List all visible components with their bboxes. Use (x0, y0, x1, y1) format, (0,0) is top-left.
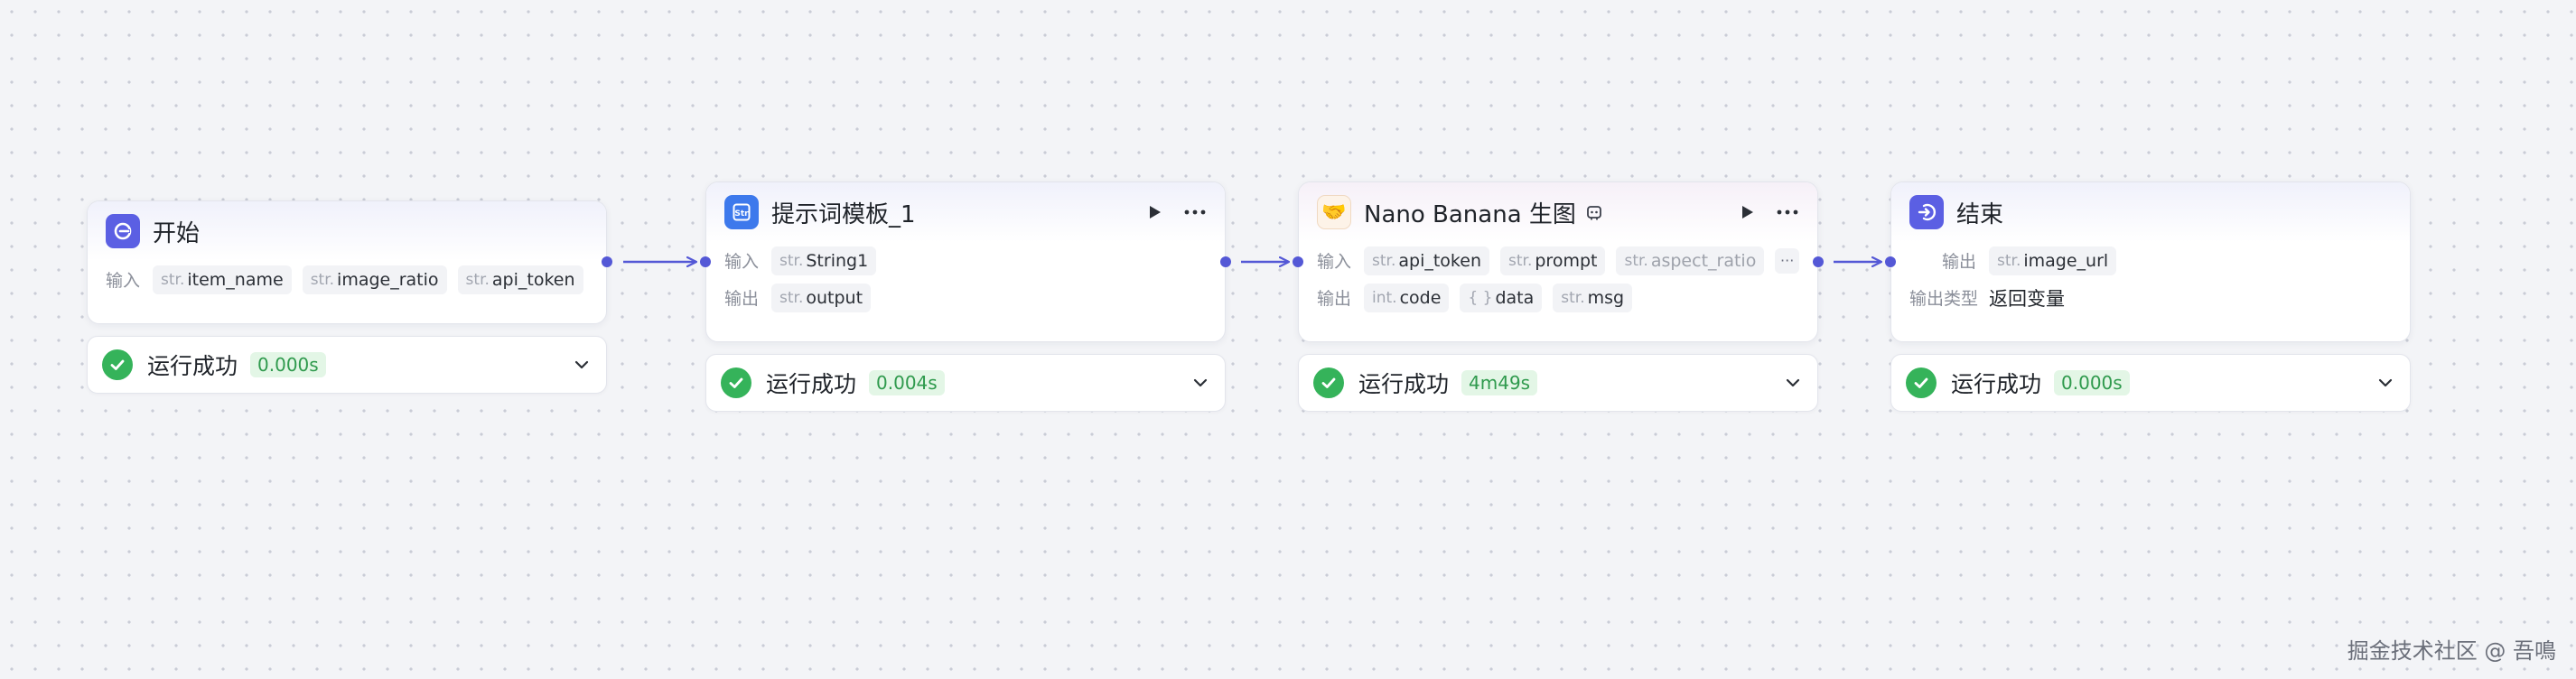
success-check-icon (102, 349, 133, 380)
param-chip: str. output (771, 283, 872, 312)
param-chip: str. aspect_ratio (1616, 246, 1765, 275)
param-chip: str. api_token (1364, 246, 1489, 275)
start-status-bar[interactable]: 运行成功 0.000s (87, 336, 607, 394)
chevron-down-icon[interactable] (1190, 373, 1210, 393)
plugin-icon (1585, 203, 1603, 221)
template-output-row: 输出 str. output (724, 279, 1207, 316)
param-chip: int. code (1364, 283, 1450, 312)
duration-badge: 0.000s (2054, 370, 2130, 395)
end-output-row: 输出 str. image_url (1909, 242, 2392, 279)
workflow-canvas[interactable]: 开始 输入 str. item_name str. image_ratio str.… (0, 0, 2576, 679)
param-chip: str. String1 (771, 246, 877, 275)
success-check-icon (721, 367, 751, 398)
param-chip: str. image_ratio (302, 265, 447, 294)
output-type-value: 返回变量 (1989, 287, 2065, 310)
start-output-port[interactable] (602, 256, 612, 267)
more-icon[interactable] (1183, 203, 1207, 221)
input-label: 输入 (724, 252, 760, 272)
prompt-template-node-title: 提示词模板_1 (771, 200, 916, 228)
status-text: 运行成功 (1951, 371, 2042, 397)
nano-input-port[interactable] (1293, 256, 1303, 267)
prompt-template-node[interactable]: Str 提示词模板_1 输入 str. String1 输出 str. output (705, 181, 1226, 342)
param-chip: str. image_url (1989, 246, 2117, 275)
output-label: 输出 (1941, 252, 1976, 272)
end-node-header[interactable]: 结束 (1891, 182, 2410, 242)
status-text: 运行成功 (147, 353, 238, 379)
start-node[interactable]: 开始 输入 str. item_name str. image_ratio str.… (87, 200, 607, 324)
watermark: 掘金技术社区 @ 吾鳴 (2347, 638, 2556, 664)
end-input-port[interactable] (1885, 256, 1896, 267)
start-input-row: 输入 str. item_name str. image_ratio str. api… (106, 261, 588, 298)
template-node-icon: Str (724, 195, 759, 229)
success-check-icon (1906, 367, 1937, 398)
more-icon[interactable] (1776, 203, 1799, 221)
start-node-title: 开始 (153, 219, 201, 247)
template-input-row: 输入 str. String1 (724, 242, 1207, 279)
end-status-bar[interactable]: 运行成功 0.000s (1890, 354, 2411, 412)
chevron-down-icon[interactable] (572, 355, 592, 375)
template-status-bar[interactable]: 运行成功 0.004s (705, 354, 1226, 412)
play-icon[interactable] (1738, 203, 1756, 221)
end-output-type-row: 输出类型 返回变量 (1909, 279, 2392, 316)
nano-input-row: 输入 str. api_token str. prompt str. aspect_r… (1317, 242, 1799, 279)
success-check-icon (1313, 367, 1344, 398)
param-chip: str. prompt (1500, 246, 1606, 275)
param-chip: str. item_name (153, 265, 292, 294)
duration-badge: 0.000s (250, 352, 326, 377)
duration-badge: 4m49s (1461, 370, 1538, 395)
nano-status-bar[interactable]: 运行成功 4m49s (1298, 354, 1818, 412)
play-icon[interactable] (1145, 203, 1163, 221)
nano-output-port[interactable] (1813, 256, 1824, 267)
end-node-icon (1909, 195, 1944, 229)
status-text: 运行成功 (1358, 371, 1450, 397)
output-label: 输出 (724, 289, 760, 309)
more-params-button[interactable]: ··· (1775, 247, 1799, 274)
svg-text:Str: Str (734, 209, 749, 219)
nano-banana-node-title: Nano Banana 生图 (1364, 200, 1576, 228)
template-output-port[interactable] (1220, 256, 1231, 267)
param-chip: { } data (1460, 283, 1543, 312)
chevron-down-icon[interactable] (2375, 373, 2395, 393)
end-node-title: 结束 (1956, 200, 2004, 228)
param-chip: str. msg (1553, 283, 1633, 312)
template-input-port[interactable] (700, 256, 711, 267)
duration-badge: 0.004s (869, 370, 945, 395)
input-label: 输入 (106, 271, 141, 291)
output-label: 输出 (1317, 289, 1352, 309)
nano-output-row: 输出 int. code { } data str. msg (1317, 279, 1799, 316)
chevron-down-icon[interactable] (1783, 373, 1803, 393)
start-node-header[interactable]: 开始 (88, 201, 606, 261)
status-text: 运行成功 (766, 371, 857, 397)
nano-banana-node[interactable]: 🤝 Nano Banana 生图 输入 str. api_token str. … (1298, 181, 1818, 342)
end-node[interactable]: 结束 输出 str. image_url 输出类型 返回变量 (1890, 181, 2411, 342)
input-label: 输入 (1317, 252, 1352, 272)
nano-banana-node-header[interactable]: 🤝 Nano Banana 生图 (1299, 182, 1817, 242)
prompt-template-node-header[interactable]: Str 提示词模板_1 (706, 182, 1225, 242)
handshake-icon: 🤝 (1317, 195, 1351, 229)
param-chip: str. api_token (457, 265, 583, 294)
output-type-label: 输出类型 (1909, 289, 1979, 309)
start-node-icon (106, 214, 140, 248)
